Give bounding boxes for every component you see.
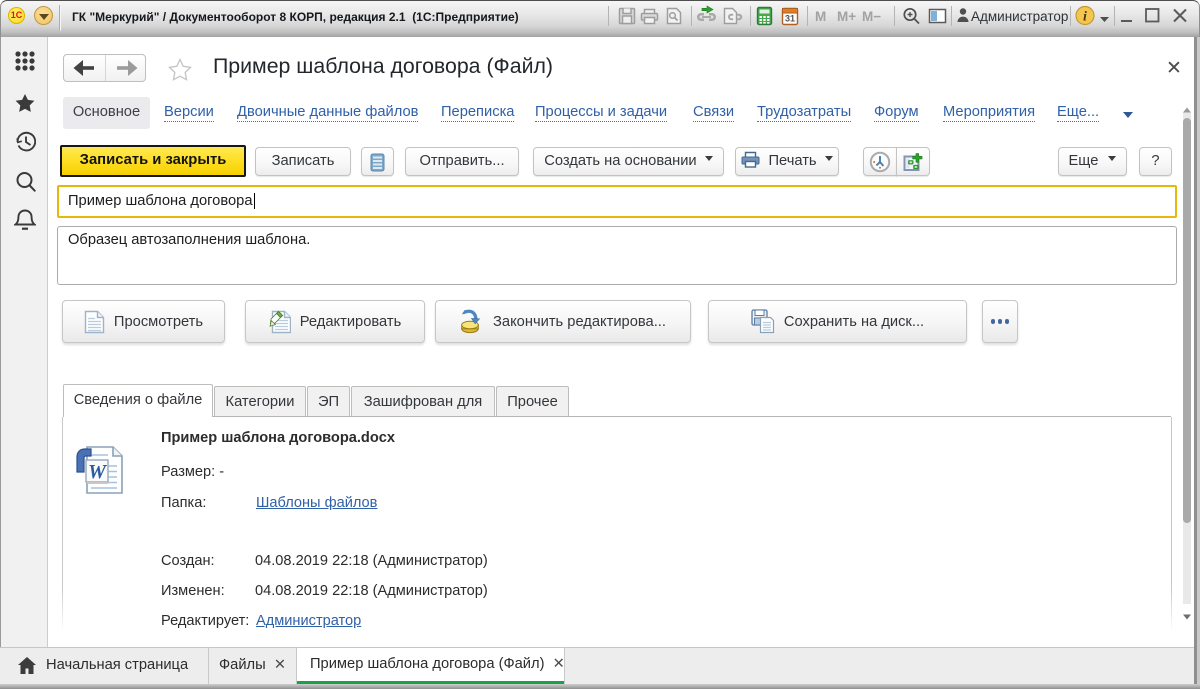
- svg-text:W: W: [88, 461, 107, 483]
- svg-text:31: 31: [785, 14, 795, 24]
- svg-text:M−: M−: [862, 9, 881, 24]
- svg-text:M+: M+: [837, 9, 856, 24]
- svg-text:i: i: [1083, 10, 1087, 25]
- svg-text:M: M: [815, 9, 826, 24]
